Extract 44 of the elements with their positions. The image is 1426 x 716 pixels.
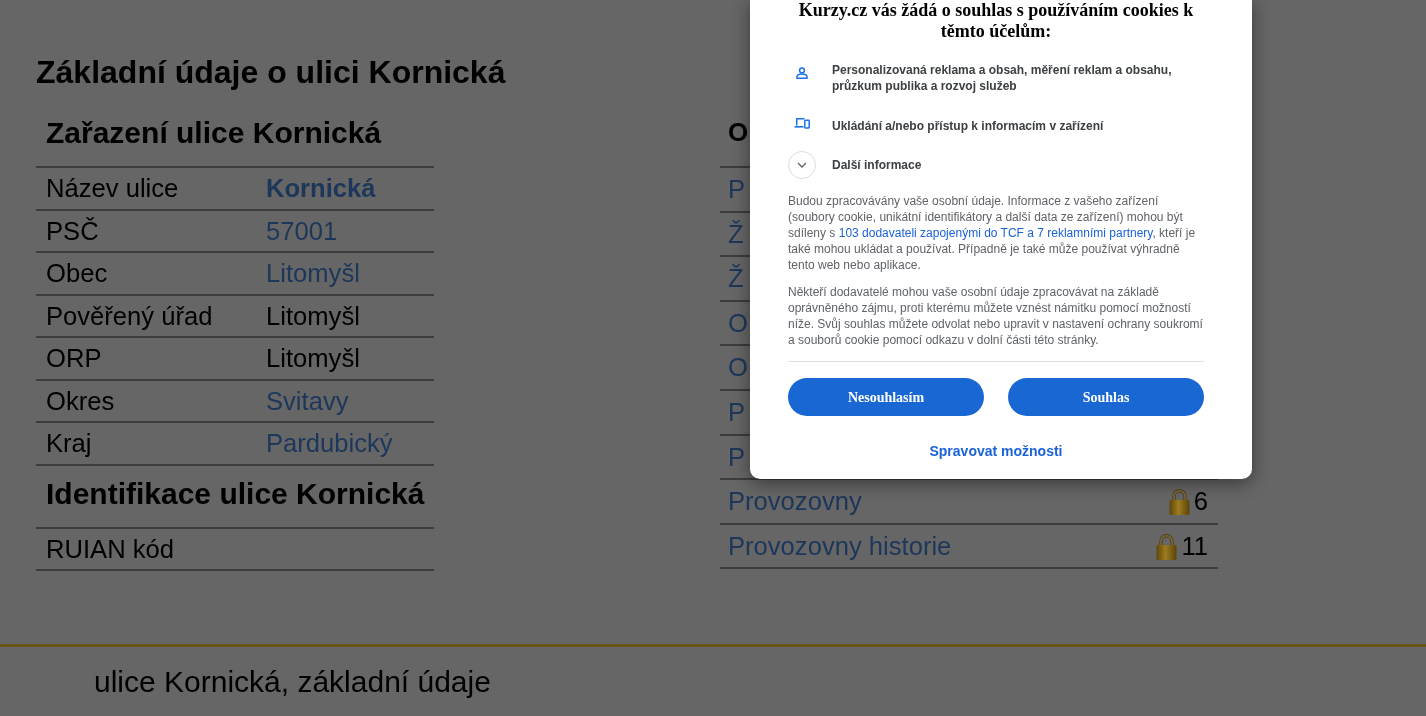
row-label: Kraj xyxy=(46,428,92,460)
row-link[interactable]: P xyxy=(728,170,746,209)
row-count: 6 xyxy=(1193,486,1208,518)
expand-button[interactable] xyxy=(788,151,816,179)
section-heading: O xyxy=(728,116,749,149)
value-link[interactable]: 57001 xyxy=(266,211,338,250)
row-label: ORP xyxy=(46,343,102,375)
row-link[interactable]: P xyxy=(728,437,746,477)
purpose-text: Personalizovaná reklama a obsah, měření reklam a obsahu, průzkum publika a rozvoj služeb xyxy=(832,62,1173,94)
row-link[interactable]: Ž xyxy=(728,259,744,298)
dialog-title: Kurzy.cz vás žádá o souhlas s používáním cookies k těmto účelům: xyxy=(797,0,1195,42)
more-info-label[interactable]: Další informace xyxy=(832,157,922,173)
page-title: Základní údaje o ulici Kornická xyxy=(36,53,506,92)
consent-text: Budou zpracovávány vaše osobní údaje. Informace z vašeho zařízení (soubory cookie, unikátní identifikátory a další data ze zařízení) mohou být sdíleny s 103 dodavateli zapojenými do TCF a 7 reklamními partnery, kteří je také mohou ukládat a používat. Případně je také může používat výhradně tento web nebo aplikace. xyxy=(788,193,1197,273)
person-icon xyxy=(796,67,808,79)
manage-options-link[interactable]: Spravovat možnosti xyxy=(929,441,1063,461)
purpose-text: Ukládání a/nebo přístup k informacím v zařízení xyxy=(832,118,1104,134)
section-heading: Identifikace ulice Kornická xyxy=(46,475,425,512)
row-link[interactable]: O xyxy=(728,348,748,387)
row-link[interactable]: Ž xyxy=(728,214,744,254)
value-link[interactable]: Svitavy xyxy=(266,381,349,420)
row-label: Název ulice xyxy=(46,173,179,205)
section-heading: Zařazení ulice Kornická xyxy=(46,115,382,151)
row-link[interactable]: Provozovny historie xyxy=(728,526,952,566)
row-link[interactable]: Provozovny xyxy=(728,482,862,521)
footer-text: ulice Kornická, základní údaje xyxy=(94,664,491,700)
row-label: PSČ xyxy=(46,215,99,247)
value-link[interactable]: Pardubický xyxy=(266,424,393,463)
chevron-icon xyxy=(797,162,807,168)
row-value: Litomyšl xyxy=(266,300,360,332)
row-label: RUIAN kód xyxy=(46,533,174,565)
row-link[interactable]: O xyxy=(728,303,748,343)
row-label: Okres xyxy=(46,385,115,417)
value-link[interactable]: Litomyšl xyxy=(266,254,360,293)
row-label: Pověřený úřad xyxy=(46,300,213,332)
street-link[interactable]: Kornická xyxy=(266,169,376,208)
consent-text: Někteří dodavatelé mohou vaše osobní údaje zpracovávat na základě oprávněného zájmu, proti kterému můžete vznést námitku pomocí možností níže. Svůj souhlas můžete odvolat nebo upravit v nastavení ochrany soukromí a souborů cookie pomocí odkazu v dolní části této stránky. xyxy=(788,284,1204,348)
accept-button[interactable]: Souhlas xyxy=(1008,378,1204,416)
row-value: Litomyšl xyxy=(266,343,360,375)
row-link[interactable]: P xyxy=(728,393,746,432)
devices-icon xyxy=(794,117,810,129)
row-label: Obec xyxy=(46,258,108,290)
row-count: 11 xyxy=(1181,530,1208,562)
reject-button[interactable]: Nesouhlasím xyxy=(788,378,984,416)
